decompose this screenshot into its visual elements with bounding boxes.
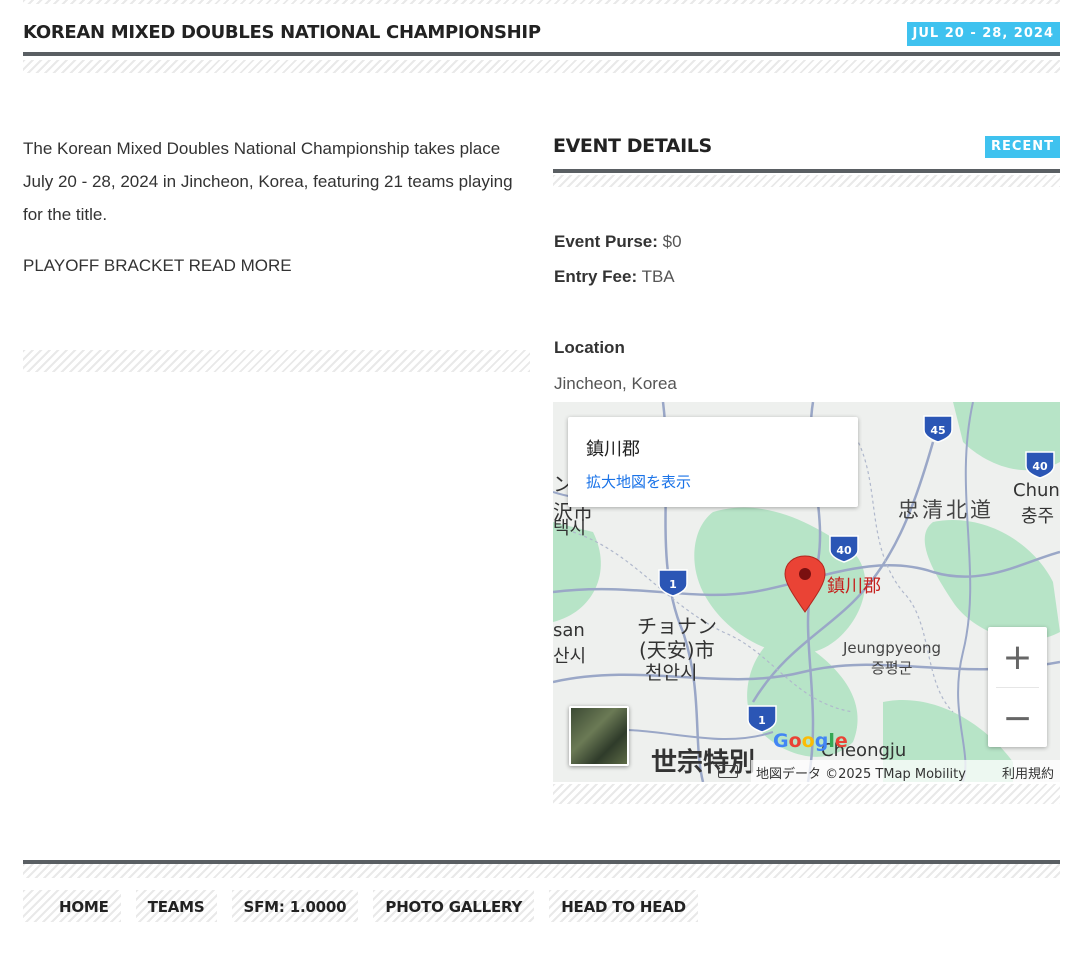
svg-text:1: 1	[669, 578, 677, 591]
map-label-chun: Chun	[1013, 480, 1060, 501]
top-decorative-strip	[23, 0, 1060, 4]
svg-text:45: 45	[930, 424, 945, 437]
embedded-map[interactable]: 45 40 40 1 1 鎮川郡 忠清北道 Chun 충주 チョナン (天安)市…	[553, 402, 1060, 782]
event-details-hatch	[553, 175, 1060, 187]
route-shield-40-icon: 40	[829, 535, 859, 563]
svg-text:1: 1	[758, 714, 766, 727]
nav-head-to-head[interactable]: HEAD TO HEAD	[549, 890, 698, 922]
event-header: KOREAN MIXED DOUBLES NATIONAL CHAMPIONSH…	[23, 20, 1060, 56]
svg-text:40: 40	[1032, 460, 1048, 473]
nav-teams[interactable]: TEAMS	[135, 890, 217, 922]
entry-fee: Entry Fee: TBA	[554, 267, 675, 287]
map-hatch	[553, 784, 1060, 804]
map-label-cheonan-ko: 천안시	[645, 662, 698, 684]
map-pin-label: 鎮川郡	[827, 576, 881, 597]
map-label-asan-ko: 산시	[553, 646, 587, 667]
map-attribution: 地図データ ©2025 TMap Mobility	[756, 767, 966, 782]
map-zoom-controls: + −	[988, 627, 1047, 747]
route-shield-45-icon: 45	[923, 415, 953, 443]
zoom-out-button[interactable]: −	[988, 688, 1047, 748]
recent-badge: RECENT	[984, 136, 1060, 158]
header-hatch	[23, 60, 1060, 73]
date-badge: JUL 20 - 28, 2024	[906, 22, 1060, 46]
keyboard-shortcuts-icon[interactable]	[718, 765, 738, 778]
map-attribution-bar: 地図データ ©2025 TMap Mobility 利用規約	[553, 760, 1060, 782]
map-label-asan: san	[553, 620, 585, 641]
nav-home[interactable]: HOME	[23, 890, 121, 922]
route-shield-1-icon: 1	[658, 569, 688, 597]
footer-nav: HOME TEAMS SFM: 1.0000 PHOTO GALLERY HEA…	[23, 890, 698, 922]
event-purse-value: $0	[662, 232, 682, 251]
location-value: Jincheon, Korea	[554, 374, 677, 393]
playoff-bracket-link[interactable]: PLAYOFF BRACKET READ MORE	[23, 256, 292, 276]
svg-text:40: 40	[836, 544, 852, 557]
map-label-chungbuk: 忠清北道	[898, 498, 994, 522]
event-details-header: EVENT DETAILS RECENT	[553, 133, 1060, 173]
event-details-title: EVENT DETAILS	[553, 135, 712, 157]
entry-fee-label: Entry Fee:	[554, 267, 638, 286]
footer-hatch	[23, 864, 1060, 878]
google-logo: Google	[773, 730, 848, 752]
map-label-chungju: 충주	[1021, 506, 1055, 527]
zoom-in-button[interactable]: +	[988, 627, 1047, 687]
route-shield-1-icon: 1	[747, 705, 777, 733]
entry-fee-value: TBA	[641, 267, 675, 286]
nav-photo-gallery[interactable]: PHOTO GALLERY	[373, 890, 535, 922]
map-info-card: 鎮川郡 拡大地図を表示	[568, 417, 858, 507]
left-column-hatch	[23, 350, 530, 372]
location-label: Location	[554, 338, 625, 357]
route-shield-40-icon: 40	[1025, 451, 1055, 479]
event-purse: Event Purse: $0	[554, 232, 682, 252]
event-description: The Korean Mixed Doubles National Champi…	[23, 139, 513, 224]
map-place-name: 鎮川郡	[586, 439, 640, 460]
map-label-pyeongtaek-ko: 택시	[553, 518, 587, 539]
view-larger-map-link[interactable]: 拡大地図を表示	[586, 471, 691, 492]
page-title: KOREAN MIXED DOUBLES NATIONAL CHAMPIONSH…	[23, 22, 541, 43]
satellite-toggle-button[interactable]	[569, 706, 629, 766]
nav-sfm[interactable]: SFM: 1.0000	[231, 890, 359, 922]
map-label-jeungpyeong-ko: 증평군	[871, 659, 913, 677]
map-label-jeungpyeong: Jeungpyeong	[843, 639, 942, 657]
map-terms-link[interactable]: 利用規約	[1002, 763, 1054, 782]
event-purse-label: Event Purse:	[554, 232, 658, 251]
